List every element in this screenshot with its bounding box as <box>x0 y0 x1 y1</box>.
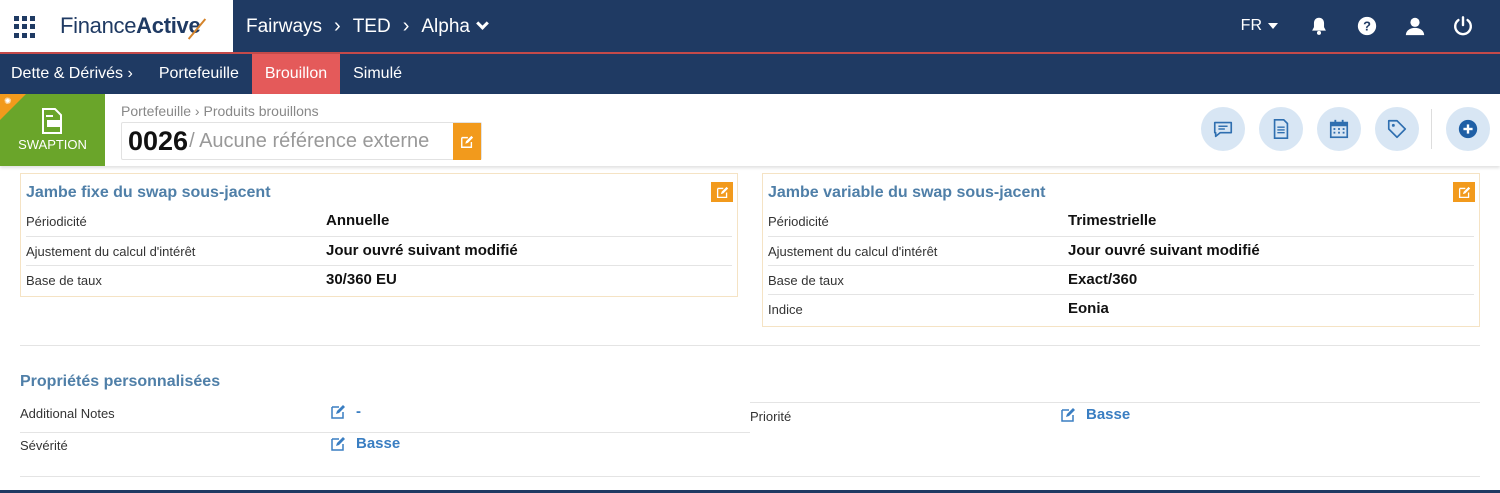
edit-icon <box>716 186 728 198</box>
row-value: Jour ouvré suivant modifié <box>1068 242 1260 259</box>
chevron-down-icon[interactable] <box>476 17 489 30</box>
svg-text:?: ? <box>1363 19 1371 34</box>
section-divider <box>20 476 1480 477</box>
logo[interactable]: FinanceActive <box>60 13 201 39</box>
custom-property-row: Sévérité Basse <box>20 435 750 465</box>
comment-button[interactable] <box>1201 107 1245 151</box>
tag-icon <box>1387 119 1407 139</box>
power-icon[interactable] <box>1452 15 1474 37</box>
apps-icon[interactable] <box>14 16 36 38</box>
detail-row: Périodicité Trimestrielle <box>768 207 1474 236</box>
top-bar: FinanceActive Fairways › TED › Alpha FR … <box>0 0 1500 54</box>
calendar-button[interactable] <box>1317 107 1361 151</box>
caret-down-icon <box>1268 23 1278 29</box>
nav-item-portefeuille[interactable]: Portefeuille <box>146 54 252 94</box>
section-nav: Dette & Dérivés › Portefeuille Brouillon… <box>0 54 1500 94</box>
additional-notes-value[interactable]: - <box>330 403 361 420</box>
product-header: ✺ SWAPTION Portefeuille › Produits broui… <box>0 94 1500 166</box>
panel-title: Jambe fixe du swap sous-jacent <box>26 184 271 201</box>
row-value: Annuelle <box>326 212 390 229</box>
row-label: Base de taux <box>768 273 844 288</box>
add-button[interactable] <box>1446 107 1490 151</box>
breadcrumb-separator: › <box>334 15 341 37</box>
calendar-icon <box>1329 119 1349 139</box>
severity-value[interactable]: Basse <box>330 435 400 452</box>
property-value: Basse <box>1086 406 1131 423</box>
language-label: FR <box>1240 17 1262 34</box>
property-value: Basse <box>356 435 401 452</box>
breadcrumb-item-fairways[interactable]: Fairways <box>246 16 322 38</box>
document-button[interactable] <box>1259 107 1303 151</box>
breadcrumb-item-alpha[interactable]: Alpha <box>421 16 470 38</box>
breadcrumb-separator: › <box>402 15 410 37</box>
user-icon[interactable] <box>1404 15 1426 37</box>
tag-button[interactable] <box>1375 107 1419 151</box>
detail-row: Base de taux Exact/360 <box>768 265 1474 294</box>
custom-property-row: Additional Notes - <box>20 403 750 433</box>
comment-icon <box>1213 121 1233 138</box>
reference-field: 0026 / Aucune référence externe <box>121 122 482 160</box>
document-icon <box>42 108 62 134</box>
row-value: 30/360 EU <box>326 271 397 288</box>
row-value: Eonia <box>1068 300 1109 317</box>
detail-row: Périodicité Annuelle <box>26 207 732 236</box>
fixed-leg-panel: Jambe fixe du swap sous-jacent Périodici… <box>20 173 738 297</box>
external-reference: / Aucune référence externe <box>189 129 430 152</box>
row-value: Jour ouvré suivant modifié <box>326 242 518 259</box>
logo-area: FinanceActive <box>0 0 233 52</box>
nav-item-dette-derives[interactable]: Dette & Dérivés › <box>0 54 146 94</box>
loading-icon: ✺ <box>4 96 12 106</box>
row-value: Exact/360 <box>1068 271 1138 288</box>
property-label: Sévérité <box>20 438 68 453</box>
product-type-badge: ✺ SWAPTION <box>0 94 105 166</box>
custom-property-row: Priorité Basse <box>750 402 1480 432</box>
custom-properties-title: Propriétés personnalisées <box>20 373 221 390</box>
top-right-actions: FR ? <box>1241 0 1500 52</box>
row-label: Indice <box>768 302 803 317</box>
edit-reference-button[interactable] <box>453 123 481 160</box>
row-value: Trimestrielle <box>1068 212 1157 229</box>
breadcrumb-item-ted[interactable]: TED <box>353 16 391 38</box>
divider <box>1431 109 1432 149</box>
document-icon <box>1273 119 1289 139</box>
row-label: Ajustement du calcul d'intérêt <box>768 244 938 259</box>
detail-row: Base de taux 30/360 EU <box>26 265 732 294</box>
edit-icon <box>331 436 345 451</box>
edit-icon <box>1458 186 1470 198</box>
panel-title: Jambe variable du swap sous-jacent <box>768 184 1046 201</box>
edit-icon <box>1061 407 1075 422</box>
header-actions <box>1187 107 1490 151</box>
detail-row: Indice Eonia <box>768 294 1474 323</box>
edit-fixed-leg-button[interactable] <box>711 182 733 202</box>
add-icon <box>1458 119 1478 139</box>
row-label: Périodicité <box>26 214 87 229</box>
row-label: Ajustement du calcul d'intérêt <box>26 244 196 259</box>
property-label: Priorité <box>750 409 792 424</box>
edit-variable-leg-button[interactable] <box>1453 182 1475 202</box>
section-divider <box>20 345 1480 346</box>
nav-item-brouillon[interactable]: Brouillon <box>251 54 341 94</box>
reference-number: 0026 <box>128 125 189 156</box>
language-selector[interactable]: FR <box>1241 17 1278 35</box>
header-breadcrumb[interactable]: Portefeuille › Produits brouillons <box>121 103 319 119</box>
row-label: Base de taux <box>26 273 102 288</box>
bell-icon[interactable] <box>1308 15 1330 37</box>
edit-icon <box>461 135 474 148</box>
variable-leg-panel: Jambe variable du swap sous-jacent Pério… <box>762 173 1480 327</box>
breadcrumb: Fairways › TED › Alpha <box>246 15 489 38</box>
edit-icon <box>331 404 345 419</box>
property-label: Additional Notes <box>20 406 115 421</box>
nav-item-simule[interactable]: Simulé <box>340 54 415 94</box>
priority-value[interactable]: Basse <box>1060 406 1130 423</box>
property-value: - <box>356 403 361 420</box>
product-type-label: SWAPTION <box>18 137 87 152</box>
detail-row: Ajustement du calcul d'intérêt Jour ouvr… <box>26 236 732 265</box>
help-icon[interactable]: ? <box>1356 15 1378 37</box>
detail-row: Ajustement du calcul d'intérêt Jour ouvr… <box>768 236 1474 265</box>
row-label: Périodicité <box>768 214 829 229</box>
